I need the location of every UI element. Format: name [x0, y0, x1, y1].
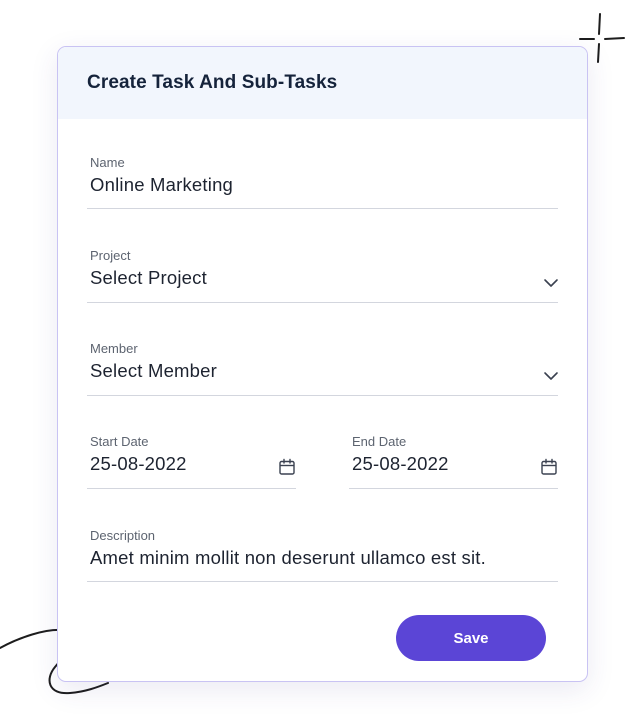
member-select-value[interactable]: Select Member	[90, 360, 217, 382]
member-select[interactable]: Member Select Member	[87, 341, 558, 396]
description-field[interactable]: Description Amet minim mollit non deseru…	[87, 528, 558, 582]
project-select[interactable]: Project Select Project	[87, 248, 558, 303]
card-title: Create Task And Sub-Tasks	[87, 72, 338, 93]
start-date-input[interactable]: 25-08-2022	[90, 453, 187, 475]
project-label: Project	[90, 248, 131, 263]
calendar-icon[interactable]	[540, 458, 558, 476]
save-button[interactable]: Save	[396, 615, 546, 661]
name-field[interactable]: Name Online Marketing	[87, 155, 558, 209]
end-date-label: End Date	[352, 434, 407, 449]
calendar-icon[interactable]	[278, 458, 296, 476]
description-label: Description	[90, 528, 156, 543]
end-date-field[interactable]: End Date 25-08-2022	[349, 434, 558, 489]
name-label: Name	[90, 155, 125, 170]
project-select-value[interactable]: Select Project	[90, 267, 207, 289]
description-input[interactable]: Amet minim mollit non deserunt ullamco e…	[90, 547, 486, 569]
name-input[interactable]: Online Marketing	[90, 174, 233, 196]
chevron-down-icon[interactable]	[542, 367, 560, 385]
create-task-card: Create Task And Sub-Tasks Name Online Ma…	[57, 46, 588, 682]
chevron-down-icon[interactable]	[542, 274, 560, 292]
member-label: Member	[90, 341, 138, 356]
start-date-field[interactable]: Start Date 25-08-2022	[87, 434, 296, 489]
card-header: Create Task And Sub-Tasks	[58, 47, 587, 119]
end-date-input[interactable]: 25-08-2022	[352, 453, 449, 475]
start-date-label: Start Date	[90, 434, 149, 449]
